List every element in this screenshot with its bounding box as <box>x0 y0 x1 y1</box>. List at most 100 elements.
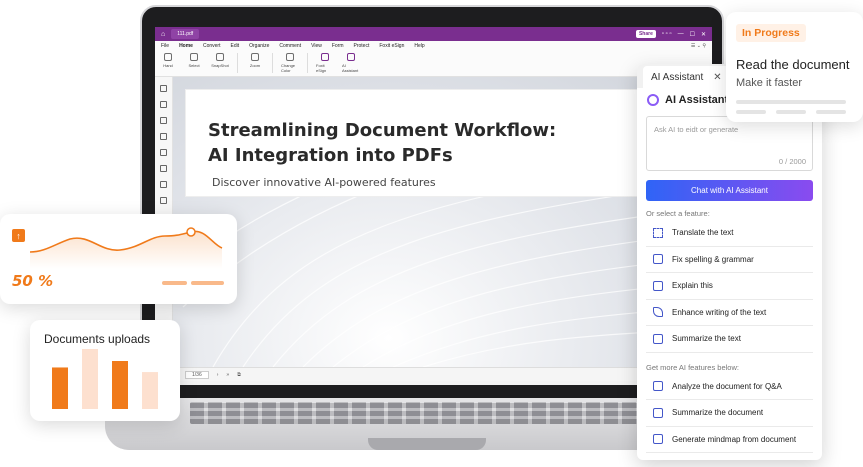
menu-item-comment[interactable]: Comment <box>279 43 301 49</box>
file-tab[interactable]: 111.pdf <box>171 29 200 39</box>
close-icon[interactable]: ✕ <box>701 31 706 38</box>
ribbon-hand-button[interactable]: Hand <box>159 53 177 68</box>
ai-assistant-icon <box>347 53 355 61</box>
select-icon <box>190 53 198 61</box>
pen-icon <box>653 307 663 318</box>
page-indicator[interactable]: 1/36 <box>185 370 209 379</box>
feature-label: Fix spelling & grammar <box>672 254 754 264</box>
ribbon-separator <box>307 53 308 73</box>
ribbon-toolbar: Hand Select SnapShot Zoom Change Color Foxit … <box>155 51 712 77</box>
feature-label: Generate mindmap from document <box>672 434 797 444</box>
ribbon-ai-assistant-button[interactable]: AI Assistant <box>342 53 360 73</box>
layers-icon[interactable] <box>160 133 167 140</box>
title-bar: ⌂ 111.pdf Share ▫ ▫ ▫ — ☐ ✕ <box>155 27 712 41</box>
signature-icon[interactable] <box>160 181 167 188</box>
placeholder-line <box>816 110 846 114</box>
ribbon-foxit-esign-button[interactable]: Foxit eSign <box>316 53 334 73</box>
last-page-icon[interactable]: » <box>226 372 229 378</box>
menu-item-help[interactable]: Help <box>414 43 424 49</box>
placeholder-line <box>736 100 846 104</box>
chat-with-ai-button[interactable]: Chat with AI Assistant <box>646 180 813 201</box>
menu-item-form[interactable]: Form <box>332 43 344 49</box>
ribbon-label: Zoom <box>249 63 261 68</box>
feature-item[interactable]: Explain this <box>646 273 813 300</box>
ribbon-label: Select <box>188 63 200 68</box>
menu-item-view[interactable]: View <box>311 43 322 49</box>
status-bar: 1/36 › » ⧉ <box>155 367 712 381</box>
copy-page-icon[interactable]: ⧉ <box>237 372 241 378</box>
close-tab-icon[interactable]: ✕ <box>713 72 721 83</box>
change-color-icon <box>286 53 294 61</box>
feature-label: Analyze the document for Q&A <box>672 381 782 391</box>
legend-pill <box>191 281 224 285</box>
laptop-keyboard <box>190 402 660 424</box>
next-page-icon[interactable]: › <box>217 372 219 378</box>
feature-item[interactable]: Translate the text <box>646 220 813 247</box>
ribbon-zoom-button[interactable]: Zoom <box>246 53 264 68</box>
bookmark-icon[interactable] <box>160 85 167 92</box>
share-button[interactable]: Share <box>635 30 656 38</box>
ai-assistant-panel: AI Assistant ✕ AI Assistant Ask AI to ei… <box>637 64 822 460</box>
pages-icon[interactable] <box>160 101 167 108</box>
feature-item[interactable]: Enhance writing of the text <box>646 300 813 326</box>
menu-item-file[interactable]: File <box>161 43 169 49</box>
ai-tab-label: AI Assistant <box>651 71 704 83</box>
document-title-line2: AI Integration into PDFs <box>208 145 453 166</box>
tab-ai-assistant[interactable]: AI Assistant ✕ <box>643 66 730 88</box>
in-progress-card: In Progress Read the document Make it fa… <box>726 12 863 122</box>
hero-stage: ⌂ 111.pdf Share ▫ ▫ ▫ — ☐ ✕ File Home Conv… <box>0 0 863 467</box>
ribbon-snapshot-button[interactable]: SnapShot <box>211 53 229 68</box>
spelling-icon <box>653 254 663 265</box>
ribbon-label: Change Color <box>281 63 296 73</box>
snapshot-icon <box>216 53 224 61</box>
hand-icon <box>164 53 172 61</box>
summarize-icon <box>653 333 663 344</box>
comments-icon[interactable] <box>160 117 167 124</box>
status-badge: In Progress <box>736 24 806 42</box>
feature-section-label: Or select a feature: <box>646 209 710 218</box>
document-subtitle: Discover innovative AI-powered features <box>212 176 436 189</box>
summarize-doc-icon <box>653 407 663 418</box>
pdf-editor-window: ⌂ 111.pdf Share ▫ ▫ ▫ — ☐ ✕ File Home Conv… <box>155 27 712 385</box>
feature-item[interactable]: Analyze the document for Q&A <box>646 374 813 400</box>
ai-prompt-input[interactable]: Ask AI to eidt or generate 0 / 2000 <box>646 116 813 171</box>
menu-item-convert[interactable]: Convert <box>203 43 221 49</box>
menu-tools-icon[interactable]: ☰ ⌄ ⚲ <box>691 43 706 49</box>
menu-item-organize[interactable]: Organize <box>249 43 269 49</box>
menu-item-edit[interactable]: Edit <box>230 43 239 49</box>
fields-icon[interactable] <box>160 197 167 204</box>
feature-item[interactable]: Summarize the text <box>646 326 813 353</box>
home-icon[interactable]: ⌂ <box>161 31 165 38</box>
ai-header-title: AI Assistant <box>665 94 729 106</box>
menu-item-home[interactable]: Home <box>179 43 193 49</box>
progress-chart-card: ↑ 50 % <box>0 214 237 304</box>
attachment-icon[interactable] <box>160 149 167 156</box>
placeholder-line <box>736 110 766 114</box>
ribbon-label: Foxit eSign <box>316 63 327 73</box>
maximize-icon[interactable]: ☐ <box>690 31 695 38</box>
ribbon-select-button[interactable]: Select <box>185 53 203 68</box>
translate-icon <box>653 227 663 238</box>
upload-bar <box>52 367 68 409</box>
upload-bar <box>112 361 128 409</box>
ribbon-change-color-button[interactable]: Change Color <box>281 53 299 73</box>
more-features-section-label: Get more AI features below: <box>646 362 739 372</box>
menu-item-foxit-esign[interactable]: Foxit eSign <box>379 43 404 49</box>
ribbon-separator <box>237 53 238 73</box>
feature-item[interactable]: Summarize the document <box>646 400 813 427</box>
task-subtitle: Make it faster <box>736 77 803 89</box>
upload-bar <box>142 372 158 409</box>
mindmap-icon <box>653 434 663 445</box>
ribbon-separator <box>272 53 273 73</box>
security-icon[interactable] <box>160 165 167 172</box>
window-controls-icon[interactable]: ▫ ▫ ▫ <box>662 31 672 37</box>
ai-prompt-placeholder: Ask AI to eidt or generate <box>654 125 739 134</box>
minimize-icon[interactable]: — <box>678 31 684 37</box>
menu-item-protect[interactable]: Protect <box>354 43 370 49</box>
ribbon-label: Hand <box>163 63 173 68</box>
feature-label: Enhance writing of the text <box>672 307 767 317</box>
document-title: Streamlining Document Workflow: AI Integ… <box>208 118 588 168</box>
legend-pill <box>162 281 187 285</box>
feature-item[interactable]: Generate mindmap from document <box>646 427 813 453</box>
feature-item[interactable]: Fix spelling & grammar <box>646 247 813 273</box>
